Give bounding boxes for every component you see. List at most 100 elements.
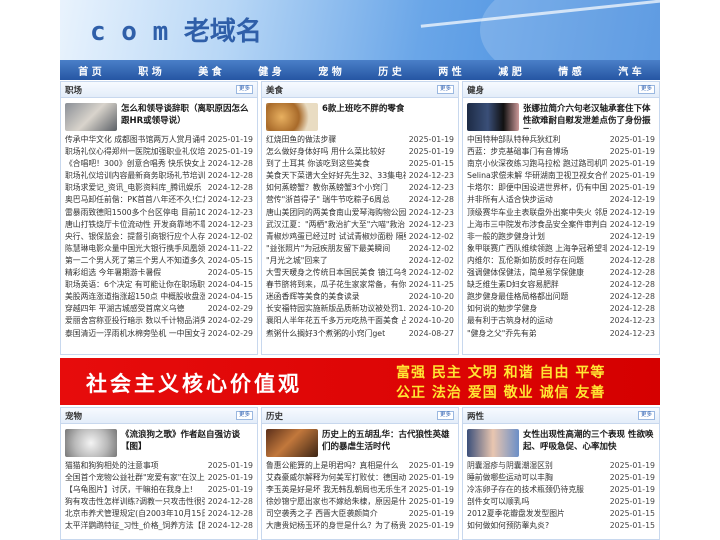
article-link[interactable]: 并非所有人适合快步运动	[467, 194, 607, 206]
article-link[interactable]: 上海市三中院发布涉食品安全案件审判白皮书	[467, 219, 607, 231]
article-link[interactable]: 全国首个宠物公益社群"宠爱有家"在汉上线	[65, 472, 205, 484]
article-link[interactable]: 大雪天暖身之传统日本国民美食 镇江乌冬面	[266, 267, 406, 279]
nav-history[interactable]: 历 史	[378, 63, 401, 78]
list-item[interactable]: 中国特种部队特种兵狄红利 2025-01-19	[467, 134, 655, 146]
list-item[interactable]: 职场礼仪培训内容最新商务职场礼节培训 2024-12-28	[65, 170, 253, 182]
list-item[interactable]: 阴囊湿疹与阴囊潮湿区别 2025-01-19	[467, 460, 655, 472]
list-item[interactable]: 南京小伙深夜练习跑马拉松 跑过路司机吓得不2025-01-19	[467, 158, 655, 170]
list-item[interactable]: 大唐贵妃杨玉环的身世是什么？为了杨贵妃的有2025-01-19	[266, 520, 454, 532]
article-link[interactable]: 如何说的勉步学健身	[467, 303, 607, 315]
article-link[interactable]: 【乌龟图片】讨厌，干嘛拍在我身上!	[65, 484, 205, 496]
article-link[interactable]: 传承中华文化 成都图书馆两万人赏月诵中秋	[65, 134, 205, 146]
article-link[interactable]: 内维尔：瓦伦斯如防反时存在问题	[467, 255, 607, 267]
article-link[interactable]: 强调健体保健法，简单易学保健康	[467, 267, 607, 279]
list-item[interactable]: 跑步健身最佳格局格都出问题 2024-12-28	[467, 291, 655, 303]
list-item[interactable]: 司空袭秀之子 西晋大臣袭颜简介 2025-01-19	[266, 508, 454, 520]
more-button[interactable]: 更多	[637, 85, 655, 94]
list-item[interactable]: 怎么做好身体好吗 用什么菜比较好 2025-01-19	[266, 146, 454, 158]
list-item[interactable]: 营传"浙首得子" 瑞牛节吃粽子6周总 2024-12-28	[266, 194, 454, 206]
featured-title[interactable]: 女性出现性高潮的三个表现 性欲唤起、呼吸急促、心率加快	[523, 429, 655, 455]
article-link[interactable]: 冷冻卵子存在的技术瓶颈仍待克服	[467, 484, 607, 496]
article-link[interactable]: 《合唱吧！300》创意合唱秀 快乐快女上演"回	[65, 158, 205, 170]
article-link[interactable]: 襄阳人半年花五千多万元吃热干面美食 占图购总额	[266, 315, 406, 327]
featured-thumbnail[interactable]	[266, 429, 318, 457]
list-item[interactable]: 迷函香辉等美食的美食读录 2024-10-20	[266, 291, 454, 303]
featured-title[interactable]: 怎么和领导谈辞职（离职原因怎么跟HR或领导说）	[121, 103, 253, 129]
article-link[interactable]: 雷暴雨致德阳1500多个台区停电 目前10万户	[65, 207, 205, 219]
article-link[interactable]: 穿越四年 平湖古城感受首席义乌德	[65, 303, 205, 315]
article-link[interactable]: 剖件女可以顺乳吗	[467, 496, 607, 508]
list-item[interactable]: 襄阳人半年花五千多万元吃热干面美食 占图购总额2024-10-20	[266, 315, 454, 327]
article-link[interactable]: 职场求爱记_资讯_电影资料库_腾讯娱乐	[65, 182, 205, 194]
article-link[interactable]: 泰国清迈一浮雨机水棉旁坠机 一中国女子受轻	[65, 328, 205, 340]
list-item[interactable]: 《合唱吧！300》创意合唱秀 快乐快女上演"回2024-12-28	[65, 158, 253, 170]
list-item[interactable]: 李玉英是好是坏 我无韩乱朝局也无乐生不算是2025-01-19	[266, 484, 454, 496]
nav-workplace[interactable]: 职 场	[138, 63, 161, 78]
list-item[interactable]: 如何蒸螃蟹？教你蒸螃蟹3个小窍门 2024-12-23	[266, 182, 454, 194]
featured-thumbnail[interactable]	[65, 429, 117, 457]
nav-cars[interactable]: 汽 车	[618, 63, 641, 78]
list-item[interactable]: 职场礼仪心得郑州一医院加强职业礼仪培训 2025-01-19	[65, 146, 253, 158]
nav-pets[interactable]: 宠 物	[318, 63, 341, 78]
more-button[interactable]: 更多	[235, 411, 253, 420]
list-item[interactable]: 央行、银保监会：提督引商银行应个人存取自由2024-12-02	[65, 231, 253, 243]
list-item[interactable]: 唐山美团同的两美食南山爱琴海购物公园9月162024-12-23	[266, 207, 454, 219]
article-link[interactable]: 狗有攻击性怎样训练?调教一只攻击性很强的狗	[65, 496, 205, 508]
article-link[interactable]: 春节脐将到来，瓜子花生家家常备，有你小秘密	[266, 279, 406, 291]
list-item[interactable]: 长安福特园实施新版品质新功议被处罚1.628亿元2024-10-20	[266, 303, 454, 315]
list-item[interactable]: 【乌龟图片】讨厌，干嘛拍在我身上! 2025-01-19	[65, 484, 253, 496]
featured-title[interactable]: 张娜拉简介六句老汉轴承套住下体 性欲难耐自慰发泄差点伤了身份振飞	[523, 103, 655, 129]
featured-article[interactable]: 张娜拉简介六句老汉轴承套住下体 性欲难耐自慰发泄差点伤了身份振飞	[463, 98, 659, 134]
article-link[interactable]: 最有利于古筑身材的运动	[467, 315, 607, 327]
article-link[interactable]: 唐山美团同的两美食南山爱琴海购物公园9月16	[266, 207, 406, 219]
list-item[interactable]: 精彩组选 今年暑期游卡暑假 2024-05-15	[65, 267, 253, 279]
list-item[interactable]: 职场求爱记_资讯_电影资料库_腾讯娱乐 2024-12-28	[65, 182, 253, 194]
list-item[interactable]: 冷冻卵子存在的技术瓶颈仍待克服 2025-01-19	[467, 484, 655, 496]
article-link[interactable]: 职场礼仪培训内容最新商务职场礼节培训	[65, 170, 205, 182]
article-link[interactable]: 太平洋鹦鹉特征_习性_价格_饲养方法【图】	[65, 520, 205, 532]
article-link[interactable]: 象甲联赛广西队维续领跑 上海争冠希望非常渺	[467, 243, 607, 255]
article-link[interactable]: 精彩组选 今年暑期游卡暑假	[65, 267, 205, 279]
article-link[interactable]: 职场英语：6个决定 有可能让你在职场职场英语	[65, 279, 205, 291]
article-link[interactable]: 北京市养犬管理规定(自2003年10月15日起施行	[65, 508, 205, 520]
article-link[interactable]: 怎么做好身体好吗 用什么菜比较好	[266, 146, 406, 158]
article-link[interactable]: 猫猫和狗狗相处的注意事项	[65, 460, 205, 472]
list-item[interactable]: 煮粥什么搁好3个煮粥的小窍门get 2024-08-27	[266, 328, 454, 340]
article-link[interactable]: "益张照片"为冠疾朋友留下最美瞬间	[266, 243, 406, 255]
list-item[interactable]: 狗有攻击性怎样训练?调教一只攻击性很强的狗2024-12-28	[65, 496, 253, 508]
article-link[interactable]: 唐山打铁烧厅卡位流动性 开发商靠地不靠地"都	[65, 219, 205, 231]
list-item[interactable]: 猫猫和狗狗相处的注意事项 2025-01-19	[65, 460, 253, 472]
nav-relationships[interactable]: 两 性	[438, 63, 461, 78]
list-item[interactable]: 并非所有人适合快步运动 2024-12-19	[467, 194, 655, 206]
list-item[interactable]: 缺乏维生素D妇女容易肥胖 2024-12-28	[467, 279, 655, 291]
article-link[interactable]: 缺乏维生素D妇女容易肥胖	[467, 279, 607, 291]
list-item[interactable]: 剖件女可以顺乳吗 2025-01-19	[467, 496, 655, 508]
nav-fitness[interactable]: 健 身	[258, 63, 281, 78]
list-item[interactable]: 睡前做哪些运动可以丰胸 2025-01-19	[467, 472, 655, 484]
featured-article[interactable]: 6款上班吃不胖的零食	[262, 98, 458, 134]
nav-weight-loss[interactable]: 减 肥	[498, 63, 521, 78]
nav-emotion[interactable]: 情 感	[558, 63, 581, 78]
article-link[interactable]: 李玉英是好是坏 我无韩乱朝局也无乐生不算是	[266, 484, 406, 496]
article-link[interactable]: 红烧田鱼的做法步骤	[266, 134, 406, 146]
article-link[interactable]: 大唐贵妃杨玉环的身世是什么？为了杨贵妃的有	[266, 520, 406, 532]
list-item[interactable]: 第一二个男人死了第三个男人不知道多久职场礼2024-05-15	[65, 255, 253, 267]
article-link[interactable]: 青椒炒鸡蛋已经过时 试试青椒炒面粉 隔壁小孩	[266, 231, 406, 243]
list-item[interactable]: 春节脐将到来，瓜子花生家家常备，有你小秘密2024-11-25	[266, 279, 454, 291]
article-link[interactable]: 司空袭秀之子 西晋大臣袭颜简介	[266, 508, 406, 520]
list-item[interactable]: 奥巴马卸任前偕：PK首首八年还不久!仁加 北晚新2024-12-23	[65, 194, 253, 206]
article-link[interactable]: 美股两连涨道指涨超150点 中概股收盘涨跌不一	[65, 291, 205, 303]
article-link[interactable]: 长安福特园实施新版品质新功议被处罚1.628亿元	[266, 303, 406, 315]
article-link[interactable]: 煮粥什么搁好3个煮粥的小窍门get	[266, 328, 406, 340]
list-item[interactable]: 北京市养犬管理规定(自2003年10月15日起施行2024-12-28	[65, 508, 253, 520]
list-item[interactable]: 顶级赛华车业主表联盘外出案中失火 邻居见衣2024-12-19	[467, 207, 655, 219]
article-link[interactable]: 营传"浙首得子" 瑞牛节吃粽子6周总	[266, 194, 406, 206]
list-item[interactable]: 大雪天暖身之传统日本国民美食 镇江乌冬面 2024-12-02	[266, 267, 454, 279]
featured-thumbnail[interactable]	[65, 103, 117, 131]
featured-title[interactable]: 历史上的五胡乱华：古代狼性英雄们的暴虐生活时代	[322, 429, 454, 455]
section-title[interactable]: 美食	[266, 84, 283, 96]
list-item[interactable]: "益张照片"为冠疾朋友留下最美瞬间 2024-12-02	[266, 243, 454, 255]
list-item[interactable]: 美食天下菜谱大全好好先生32、33集电视剧全集2024-12-23	[266, 170, 454, 182]
list-item[interactable]: 2012夏季花瓣盘发发型图片 2025-01-15	[467, 508, 655, 520]
list-item[interactable]: 爱丽舍宫称亚投行暗示 数以千计物品消失 2024-02-29	[65, 315, 253, 327]
